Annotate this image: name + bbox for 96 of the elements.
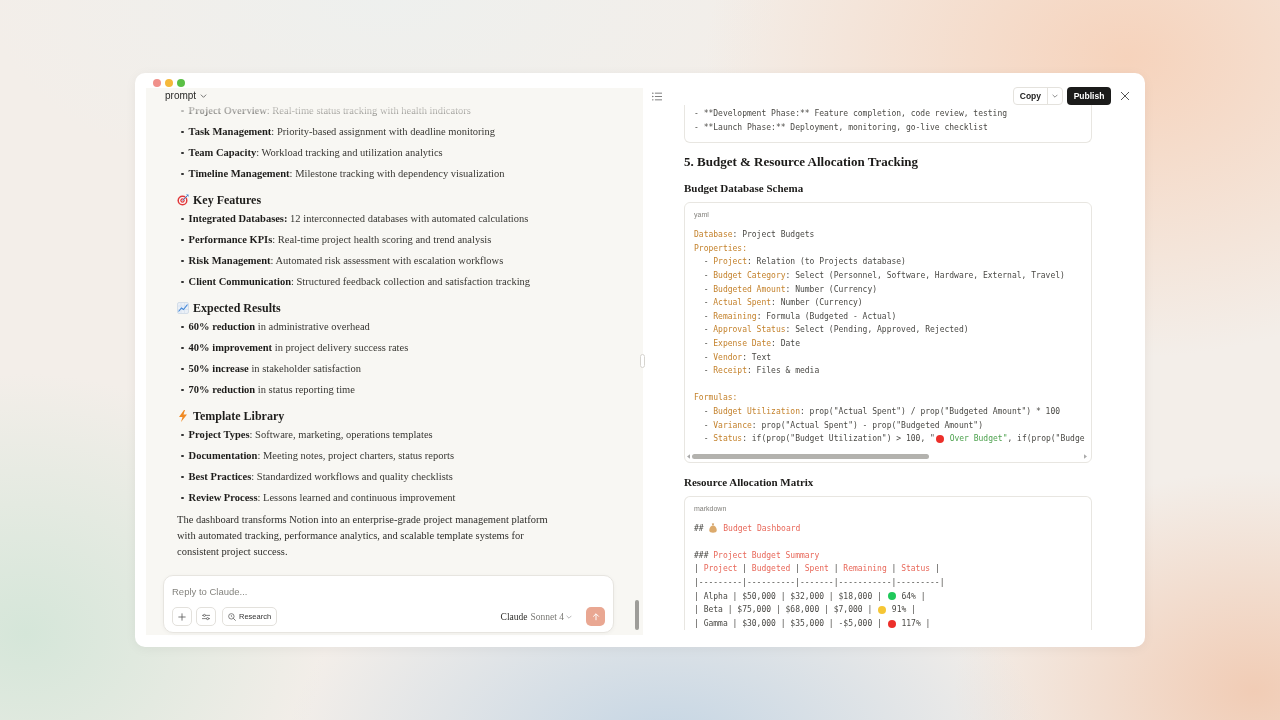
list-item: Performance KPIs: Real-time project health scoring and trend analysis — [188, 233, 492, 247]
list-item: Team Capacity: Workload tracking and utilization analytics — [188, 146, 443, 160]
bullet-icon — [181, 151, 184, 155]
list-item: 40% improvement in project delivery success rates — [188, 341, 409, 355]
code-text: ## — [694, 522, 705, 535]
code-line: | Project | Budgeted | Spent | Remaining | Status | — [694, 563, 940, 576]
section-heading: Expected Results — [193, 300, 281, 316]
bullet-icon — [181, 238, 184, 242]
list-item: Timeline Management: Milestone tracking with dependency visualization — [188, 167, 505, 181]
close-icon[interactable] — [1120, 91, 1130, 101]
bullet-icon — [181, 433, 184, 437]
code-line: - Actual Spent: Number (Currency) — [702, 297, 863, 310]
scroll-left-arrow-icon[interactable] — [687, 454, 690, 460]
target-icon — [177, 194, 189, 206]
bullet-icon — [181, 217, 184, 221]
code-line: - Expense Date: Date — [702, 337, 800, 350]
code-line: - Receipt: Files & media — [702, 365, 820, 378]
code-line: - Project: Relation (to Projects database) — [702, 256, 906, 269]
publish-button[interactable]: Publish — [1067, 87, 1111, 105]
code-line: ### Project Budget Summary — [694, 549, 820, 562]
arrow-up-icon — [591, 612, 600, 621]
code-line: - Budget Utilization: prop("Actual Spent") / prop("Budgeted Amount") * 100 — [702, 405, 1061, 418]
close-window-button[interactable] — [153, 79, 161, 87]
code-line: Formulas: — [694, 392, 738, 405]
section-heading: Template Library — [193, 408, 285, 424]
resize-handle[interactable] — [640, 354, 645, 368]
section-heading: Key Features — [193, 192, 262, 208]
code-line: |---------|----------|-------|-----------|---------| — [694, 577, 945, 590]
bullet-icon — [181, 346, 184, 350]
code-text: 117% | — [900, 617, 931, 630]
code-text: 64% | — [900, 590, 926, 603]
code-text: - Status: if(prop("Budget Utilization") > 100, " — [702, 433, 935, 446]
bullet-icon — [181, 496, 184, 500]
code-text: Budget Dashboard — [722, 522, 801, 535]
code-line: - Budget Category: Select (Personnel, Software, Hardware, External, Travel) — [702, 269, 1065, 282]
caret-icon — [200, 93, 208, 98]
list-item: Client Communication: Structured feedback collection and satisfaction tracking — [188, 275, 531, 289]
list-item: Integrated Databases: 12 interconnected databases with automated calculations — [188, 212, 529, 226]
code-line: - Remaining: Formula (Budgeted - Actual) — [702, 310, 897, 323]
list-item: Review Process: Lessons learned and continuous improvement — [188, 491, 456, 505]
list-icon[interactable] — [652, 91, 662, 101]
bullet-icon — [181, 280, 184, 284]
bullet-icon — [181, 109, 184, 113]
maximize-window-button[interactable] — [177, 79, 185, 87]
code-line: - Budgeted Amount: Number (Currency) — [702, 283, 878, 296]
bullet-icon — [181, 259, 184, 263]
list-item: Risk Management: Automated risk assessment with escalation workflows — [188, 254, 504, 268]
add-button[interactable] — [172, 607, 192, 626]
reply-input[interactable]: Reply to Claude... — [172, 583, 605, 599]
bullet-icon — [181, 325, 184, 329]
list-item: 50% increase in stakeholder satisfaction — [188, 362, 362, 376]
bullet-icon — [181, 130, 184, 134]
list-item: Project Types: Software, marketing, operations templates — [188, 428, 433, 442]
chart-icon — [177, 302, 189, 314]
money-bag-icon — [709, 523, 718, 534]
bullet-icon — [181, 367, 184, 371]
scrollbar-thumb[interactable] — [635, 600, 639, 630]
lightning-icon — [177, 410, 189, 422]
model-selector[interactable]: Claude Sonnet 4 — [500, 611, 572, 622]
scroll-right-arrow-icon[interactable] — [1084, 454, 1087, 460]
bullet-icon — [181, 388, 184, 392]
code-line: - Variance: prop("Actual Spent") - prop("Budgeted Amount") — [702, 419, 983, 432]
code-text: Over Budget", if(prop("Budge — [948, 433, 1085, 446]
sliders-icon — [202, 612, 210, 621]
list-item: Project Overview: Real-time status tracking with health indicators — [188, 104, 471, 118]
subsection-title: Resource Allocation Matrix — [684, 474, 815, 490]
code-line: Database: Project Budgets — [694, 229, 815, 242]
code-line: - **Development Phase:** Feature completion, code review, testing — [694, 108, 1008, 120]
code-text: 91% | — [890, 604, 916, 617]
scrollbar-thumb[interactable] — [692, 454, 929, 460]
code-text: | Gamma | $30,000 | $35,000 | -$5,000 | — [694, 617, 883, 630]
paragraph: The dashboard transforms Notion into an enterprise-grade project management platform with automated tracking, performance analytics, and scalable template systems for consistent project success. — [177, 513, 549, 559]
list-item: 60% reduction in administrative overhead — [188, 320, 370, 334]
search-icon — [228, 612, 236, 621]
code-line: Properties: — [694, 242, 747, 255]
bullet-icon — [181, 454, 184, 458]
tools-button[interactable] — [196, 607, 216, 626]
list-item: 70% reduction in status reporting time — [188, 383, 355, 397]
caret-icon — [566, 614, 572, 619]
minimize-window-button[interactable] — [165, 79, 173, 87]
section-title: 5. Budget & Resource Allocation Tracking — [684, 153, 919, 172]
copy-button[interactable]: Copy — [1013, 88, 1047, 104]
subsection-title: Budget Database Schema — [684, 181, 805, 197]
bullet-icon — [181, 475, 184, 479]
code-text: | Beta | $75,000 | $68,000 | $7,000 | — [694, 604, 874, 617]
list-item: Documentation: Meeting notes, project charters, status reports — [188, 449, 454, 463]
code-text: | Alpha | $50,000 | $32,000 | $18,000 | — [694, 590, 883, 603]
caret-icon — [1052, 94, 1058, 98]
bullet-icon — [181, 172, 184, 176]
plus-icon — [178, 612, 186, 621]
list-item: Best Practices: Standardized workflows and quality checklists — [188, 470, 453, 484]
chat-title-button[interactable]: prompt — [165, 90, 208, 101]
code-line: - **Launch Phase:** Deployment, monitoring, go-live checklist — [694, 121, 988, 134]
code-line: - Vendor: Text — [702, 351, 772, 364]
code-line: - Approval Status: Select (Pending, Approved, Rejected) — [702, 324, 969, 337]
list-item: Task Management: Priority-based assignment with deadline monitoring — [188, 125, 496, 139]
